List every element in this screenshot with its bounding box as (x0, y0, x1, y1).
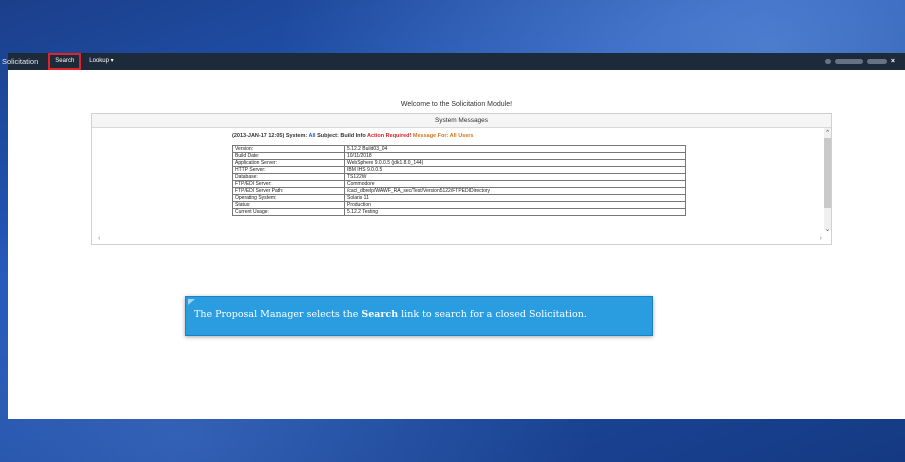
info-key: FTP/EDI Server: (232, 180, 345, 188)
message-date: (2013-JAN-17 12:05) (232, 133, 285, 139)
info-value: WebSphere 9.0.0.5 (jdk1.8.0_144) (344, 159, 686, 167)
system-messages-panel: System Messages (2013-JAN-17 12:05) Syst… (91, 113, 832, 245)
table-row: FTP/EDI Server: Commodore (232, 180, 686, 188)
message-header: (2013-JAN-17 12:05) System: All Subject:… (232, 133, 474, 139)
main-content: Welcome to the Solicitation Module! Syst… (8, 70, 905, 419)
info-key: Status: (232, 201, 345, 209)
table-row: FTP/EDI Server Path:/caci_dbrelp/WAWF_RA… (232, 187, 686, 195)
info-value: 10/11/2018 (344, 152, 686, 160)
info-key: Operating System: (232, 194, 345, 202)
message-for: Message For: All Users (412, 133, 474, 139)
subject-value: Build Info (340, 133, 366, 139)
info-value: 5.12.2 Build03_04 (344, 145, 686, 153)
table-row: Operating System: Solaris 11 (232, 194, 686, 202)
subject-label: Subject: (317, 133, 339, 139)
close-icon[interactable]: × (891, 58, 895, 65)
user-indicator-icon (824, 59, 831, 64)
info-key: Version: (232, 145, 345, 153)
scrollbar-thumb[interactable] (824, 138, 831, 208)
nav-search-link[interactable]: Search (48, 53, 82, 70)
info-key: Application Server: (232, 159, 345, 167)
tutorial-callout: The Proposal Manager selects the Search … (185, 296, 653, 336)
table-row: Build Date: 10/11/2018 (232, 152, 686, 160)
info-value: Commodore (344, 180, 686, 188)
scroll-right-icon[interactable]: › (820, 235, 822, 242)
build-info-table: Version: 5.12.2 Build03_04 Build Date: 10/1… (232, 145, 686, 216)
info-key: Build Date: (232, 152, 345, 160)
info-value: Production (344, 201, 686, 209)
nav-lookup-dropdown[interactable]: Lookup ▾ (85, 55, 117, 68)
info-key: Current Usage: (232, 208, 345, 216)
top-navbar: Solicitation Search Lookup ▾ × (2, 53, 905, 70)
action-required: Action Required! (367, 133, 412, 139)
scroll-left-icon[interactable]: ‹ (98, 235, 100, 242)
table-row: Current Usage: 5.12.2 Testing (232, 208, 686, 216)
user-name-blurred (834, 59, 863, 64)
info-key: FTP/EDI Server Path: (232, 187, 345, 195)
info-value: TS122W (344, 173, 686, 181)
callout-bold: Search (361, 309, 399, 320)
info-key: HTTP Server: (232, 166, 345, 174)
table-row: Database: TS122W (232, 173, 686, 181)
callout-suffix: link to search for a closed Solicitation… (398, 309, 587, 320)
callout-prefix: The Proposal Manager selects the (194, 309, 362, 320)
system-label: System: (285, 133, 308, 139)
table-row: Version: 5.12.2 Build03_04 (232, 145, 686, 153)
info-value: /caci_dbrelp/WAWF_RA_sec/Test/Version512… (344, 187, 686, 195)
application-window: Solicitation Search Lookup ▾ × Welcome t… (2, 53, 905, 419)
table-row: HTTP Server: IBM IHS 9.0.0.5 (232, 166, 686, 174)
panel-title: System Messages (92, 114, 831, 128)
info-key: Database: (232, 173, 345, 181)
info-value: IBM IHS 9.0.0.5 (344, 166, 686, 174)
info-value: 5.12.2 Testing (344, 208, 686, 216)
brand-label: Solicitation (2, 57, 39, 66)
table-row: Status: Production (232, 201, 686, 209)
scroll-up-icon[interactable]: ⌃ (824, 130, 831, 137)
user-role-blurred (866, 59, 887, 64)
scroll-down-icon[interactable]: ⌄ (824, 226, 831, 233)
info-value: Solaris 11 (344, 194, 686, 202)
user-area: × (824, 58, 895, 65)
welcome-heading: Welcome to the Solicitation Module! (400, 101, 513, 108)
system-value: All (308, 133, 316, 139)
table-row: Application Server: WebSphere 9.0.0.5 (jd… (232, 159, 686, 167)
